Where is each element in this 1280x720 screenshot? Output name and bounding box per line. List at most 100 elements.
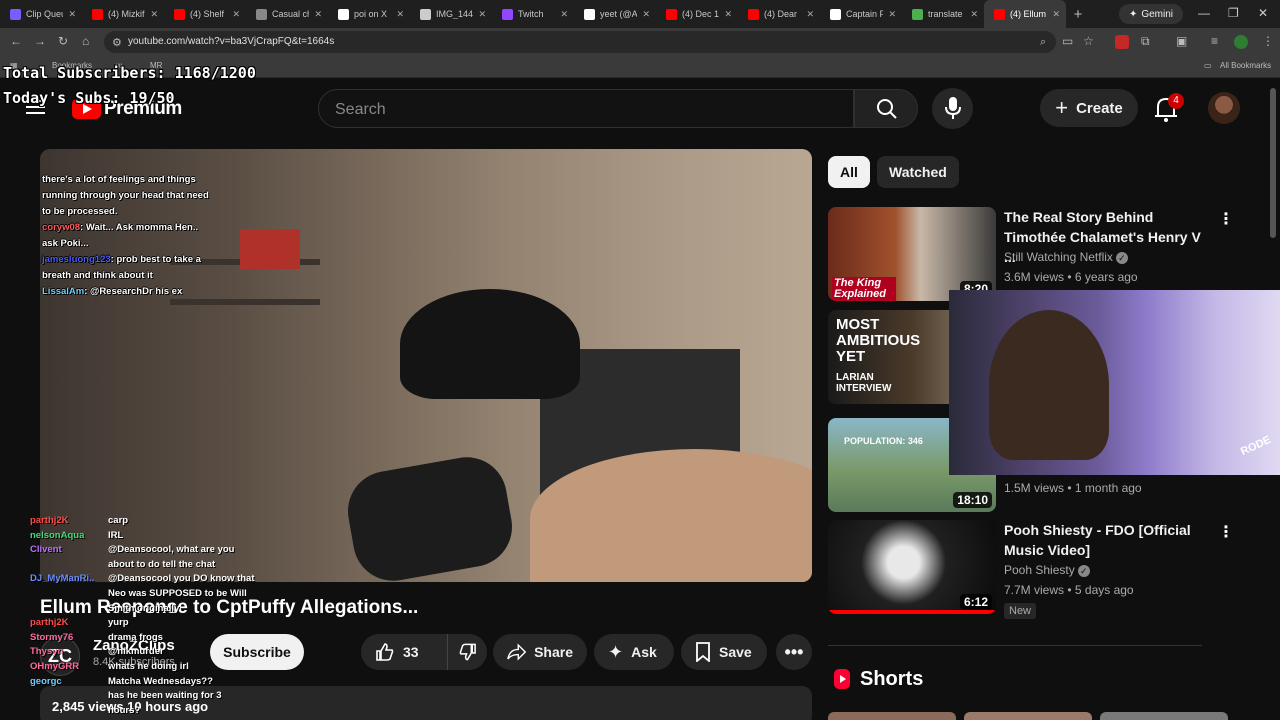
zoom-icon[interactable]: ⌕ xyxy=(1040,36,1046,49)
tab-favicon-icon xyxy=(174,8,185,20)
chip-watched[interactable]: Watched xyxy=(877,156,959,188)
reload-icon[interactable]: ↻ xyxy=(58,34,68,48)
ask-button[interactable]: ✦ Ask xyxy=(594,634,674,670)
more-vertical-icon[interactable]: ⋮ xyxy=(1218,209,1234,229)
close-window-icon[interactable]: ✕ xyxy=(1258,6,1268,20)
overlay-chat-top: there's a lot of feelings and things run… xyxy=(42,172,212,300)
tab-favicon-icon xyxy=(830,8,841,20)
short-thumbnail[interactable] xyxy=(1100,712,1228,720)
voice-search-button[interactable] xyxy=(932,88,973,129)
browser-tab[interactable]: translate ✕ xyxy=(902,0,984,28)
tab-close-icon[interactable]: ✕ xyxy=(478,9,486,20)
chat-username: jamesluong123 xyxy=(42,254,111,265)
video-thumbnail[interactable]: The King Explained 8:20 xyxy=(828,207,996,301)
tab-favicon-icon xyxy=(420,8,431,20)
tab-close-icon[interactable]: ✕ xyxy=(396,9,404,20)
account-avatar[interactable] xyxy=(1208,92,1240,124)
tab-favicon-icon xyxy=(256,8,267,20)
save-button[interactable]: Save xyxy=(681,634,767,670)
folder-icon[interactable]: ▭ xyxy=(1204,61,1212,70)
streamer-figure xyxy=(200,239,812,582)
tab-search-icon[interactable]: ≡ xyxy=(1211,34,1218,48)
webcam-overlay: RODE xyxy=(949,290,1280,475)
tab-close-icon[interactable]: ✕ xyxy=(1052,9,1060,20)
browser-tab[interactable]: Captain F ✕ xyxy=(820,0,902,28)
verified-check-icon: ✓ xyxy=(1077,564,1090,577)
browser-tab[interactable]: yeet (@A ✕ xyxy=(574,0,656,28)
more-actions-button[interactable]: ••• xyxy=(776,634,812,670)
related-channel[interactable]: Pooh Shiesty ✓ xyxy=(1004,563,1090,577)
new-tab-button[interactable]: + xyxy=(1066,6,1090,23)
browser-tab[interactable]: (4) Dec 1 ✕ xyxy=(656,0,738,28)
search-button[interactable] xyxy=(854,89,918,128)
browser-tab[interactable]: (4) Dear ✕ xyxy=(738,0,820,28)
share-button[interactable]: Share xyxy=(493,634,587,670)
tab-close-icon[interactable]: ✕ xyxy=(642,9,650,20)
extension-icon[interactable] xyxy=(1115,35,1129,49)
browser-tab[interactable]: Casual ch ✕ xyxy=(246,0,328,28)
thumbnail-caption: MOST AMBITIOUS YET xyxy=(836,316,921,365)
address-bar[interactable]: ⚙ youtube.com/watch?v=ba3VjCrapFQ&t=1664… xyxy=(104,31,1056,53)
maximize-icon[interactable]: ❐ xyxy=(1228,6,1239,20)
back-icon[interactable]: ← xyxy=(10,34,22,48)
search-input[interactable]: Search xyxy=(318,89,854,128)
chat-message: Stormy76 drama frogs xyxy=(0,631,270,646)
related-channel[interactable]: Still Watching Netflix ✓ xyxy=(1004,250,1128,264)
plus-icon: + xyxy=(1055,95,1069,120)
watch-progress-bar xyxy=(828,610,996,614)
tab-close-icon[interactable]: ✕ xyxy=(560,9,568,20)
tab-close-icon[interactable]: ✕ xyxy=(232,9,240,20)
browser-tab[interactable]: Twitch ✕ xyxy=(492,0,574,28)
tab-label: (4) Shelf xyxy=(190,9,225,19)
profile-icon[interactable] xyxy=(1234,35,1248,49)
chat-message: Smith originally xyxy=(0,602,270,617)
browser-tab[interactable]: IMG_144 ✕ xyxy=(410,0,492,28)
tab-close-icon[interactable]: ✕ xyxy=(970,9,978,20)
tab-close-icon[interactable]: ✕ xyxy=(888,9,896,20)
tab-close-icon[interactable]: ✕ xyxy=(314,9,322,20)
minimize-icon[interactable]: — xyxy=(1198,6,1210,20)
tab-close-icon[interactable]: ✕ xyxy=(724,9,732,20)
video-thumbnail[interactable]: 6:12 xyxy=(828,520,996,614)
browser-tab[interactable]: (4) Ellum ✕ xyxy=(984,0,1066,28)
home-icon[interactable]: ⌂ xyxy=(82,34,89,48)
chat-message: nelsonAqua IRL xyxy=(0,529,270,544)
menu-kebab-icon[interactable]: ⋮ xyxy=(1262,34,1274,48)
gemini-icon: ✦ xyxy=(1128,8,1138,20)
cast-icon[interactable]: ▭ xyxy=(1062,34,1073,48)
extensions-puzzle-icon[interactable]: ⧉ xyxy=(1141,34,1150,49)
sidepanel-icon[interactable]: ▣ xyxy=(1176,34,1187,48)
tab-favicon-icon xyxy=(584,8,595,20)
related-video-item[interactable]: 6:12 Pooh Shiesty - FDO [Official Music … xyxy=(828,520,1258,620)
gemini-button[interactable]: ✦ Gemini xyxy=(1119,4,1183,24)
browser-tab[interactable]: (4) Mizkif ✕ xyxy=(82,0,164,28)
site-info-icon[interactable]: ⚙ xyxy=(112,36,122,49)
browser-tab[interactable]: poi on X ✕ xyxy=(328,0,410,28)
related-video-title[interactable]: Pooh Shiesty - FDO [Official Music Video… xyxy=(1004,520,1214,560)
more-vertical-icon[interactable]: ⋮ xyxy=(1218,522,1234,542)
short-thumbnail[interactable] xyxy=(964,712,1092,720)
chat-username: LissalAm xyxy=(42,286,85,297)
tab-favicon-icon xyxy=(912,8,923,20)
thumbnail-caption: POPULATION: 346 xyxy=(844,436,923,446)
all-bookmarks[interactable]: All Bookmarks xyxy=(1220,61,1271,70)
bookmark-star-icon[interactable]: ☆ xyxy=(1083,34,1094,48)
overlay-chat-bottom: parthj2K carp nelsonAqua IRL Clivent @Deansoc… xyxy=(0,514,270,718)
tab-close-icon[interactable]: ✕ xyxy=(68,9,76,20)
tab-favicon-icon xyxy=(994,8,1005,20)
browser-tab[interactable]: Clip Queue ✕ xyxy=(0,0,82,28)
thumbnail-subcaption: LARIAN INTERVIEW xyxy=(836,372,892,394)
chat-text: Smith originally xyxy=(108,602,180,614)
chip-all[interactable]: All xyxy=(828,156,870,188)
short-thumbnail[interactable] xyxy=(828,712,956,720)
forward-icon[interactable]: → xyxy=(34,34,46,48)
like-button[interactable]: 33 xyxy=(361,634,447,670)
page-scrollbar[interactable] xyxy=(1270,88,1276,238)
create-button[interactable]: + Create xyxy=(1040,89,1138,127)
chat-text: : @ResearchDr his ex xyxy=(84,286,183,297)
dislike-button[interactable] xyxy=(447,634,487,670)
tab-close-icon[interactable]: ✕ xyxy=(806,9,814,20)
browser-tab[interactable]: (4) Shelf ✕ xyxy=(164,0,246,28)
chat-username: Clivent xyxy=(30,544,62,556)
tab-close-icon[interactable]: ✕ xyxy=(150,9,158,20)
